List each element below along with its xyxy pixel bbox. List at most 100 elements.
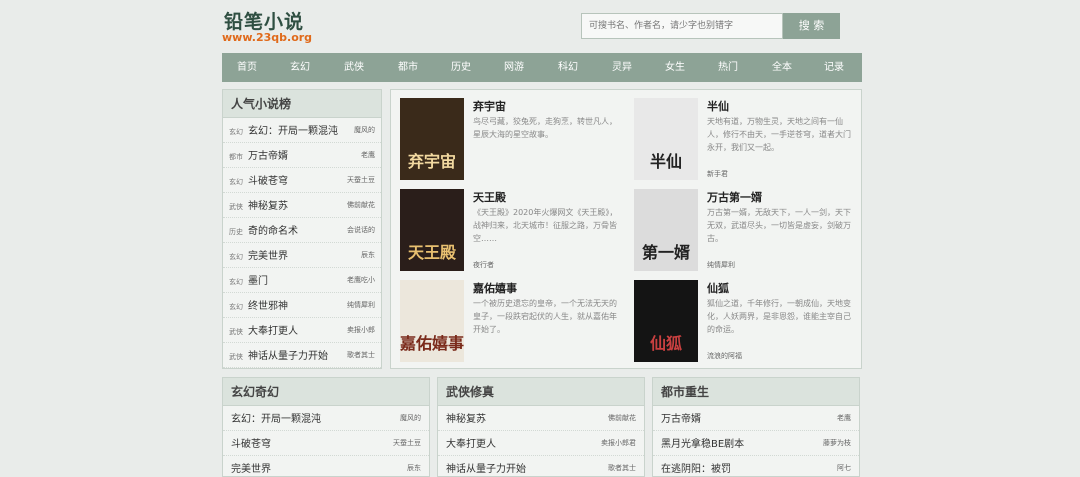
ranking-book-link[interactable]: 完美世界: [248, 251, 288, 262]
category-row[interactable]: 黑月光拿稳BE剧本 藤萝为枝: [653, 431, 859, 456]
category-author[interactable]: 魔风的: [400, 406, 421, 430]
book-cover-text: 仙狐: [649, 334, 682, 353]
book-title-link[interactable]: 仙狐: [707, 280, 729, 296]
category-author[interactable]: 藤萝为枝: [823, 431, 851, 455]
category-book-link[interactable]: 大奉打更人: [446, 439, 496, 450]
book-cover-image[interactable]: 嘉佑嬉事: [400, 280, 464, 362]
category-book-link[interactable]: 神话从量子力开始: [446, 464, 526, 475]
category-row[interactable]: 万古帝婿 老鹰: [653, 406, 859, 431]
ranking-book-link[interactable]: 神秘复苏: [248, 201, 288, 212]
category-row[interactable]: 神话从量子力开始 歌者其士: [438, 456, 644, 477]
category-book-link[interactable]: 斗破苍穹: [231, 439, 271, 450]
category-row[interactable]: 在逃阴阳：被罚 阿七: [653, 456, 859, 477]
category-row[interactable]: 完美世界 辰东: [223, 456, 429, 477]
book-author-link[interactable]: 流浪的阿福: [707, 351, 742, 361]
ranking-book-link[interactable]: 玄幻：开局一颗混沌: [248, 126, 338, 137]
category-row[interactable]: 大奉打更人 卖报小郎君: [438, 431, 644, 456]
category-author[interactable]: 老鹰: [837, 406, 851, 430]
ranking-book-link[interactable]: 大奉打更人: [248, 326, 298, 337]
ranking-author[interactable]: 老鹰: [361, 143, 375, 167]
category-author[interactable]: 阿七: [837, 456, 851, 477]
ranking-row[interactable]: 都市 万古帝婿 老鹰: [223, 143, 381, 168]
category-author[interactable]: 佛前献花: [608, 406, 636, 430]
book-cover-image[interactable]: 天王殿: [400, 189, 464, 271]
nav-item[interactable]: 科幻: [548, 53, 588, 82]
category-book-link[interactable]: 黑月光拿稳BE剧本: [661, 439, 744, 450]
ranking-author[interactable]: 老鹰吃小: [347, 268, 375, 292]
ranking-row[interactable]: 玄幻 斗破苍穹 天蚕土豆: [223, 168, 381, 193]
book-author-link[interactable]: 夜行者: [473, 260, 494, 270]
ranking-category: 玄幻: [229, 128, 243, 136]
ranking-author[interactable]: 佛前献花: [347, 193, 375, 217]
category-row[interactable]: 斗破苍穹 天蚕土豆: [223, 431, 429, 456]
ranking-book-link[interactable]: 万古帝婿: [248, 151, 288, 162]
ranking-book-link[interactable]: 终世邪神: [248, 301, 288, 312]
main-nav: 首页 玄幻 武侠 都市 历史 网游 科幻 灵异 女生 热门 全本 记录: [222, 53, 862, 82]
book-description: 天地有道，万物生灵，天地之间有一仙人，修行不由天，一手逆苍穹，道者大门永开，我们…: [707, 117, 851, 152]
category-title[interactable]: 玄幻奇幻: [223, 378, 429, 406]
book-description: 万古第一婿，无敌天下，一人一剑，天下无双，武道尽头，一切皆是虚妄，剑破万古。: [707, 208, 851, 243]
nav-item[interactable]: 记录: [814, 53, 854, 82]
category-author[interactable]: 歌者其士: [608, 456, 636, 477]
ranking-book-link[interactable]: 墨门: [248, 276, 268, 287]
nav-item[interactable]: 女生: [655, 53, 695, 82]
nav-item[interactable]: 灵异: [602, 53, 642, 82]
book-title-link[interactable]: 万古第一婿: [707, 189, 762, 205]
search-button[interactable]: 搜 索: [783, 13, 840, 39]
category-book-link[interactable]: 神秘复苏: [446, 414, 486, 425]
category-book-link[interactable]: 完美世界: [231, 464, 271, 475]
category-panel: 都市重生万古帝婿 老鹰黑月光拿稳BE剧本 藤萝为枝在逃阴阳：被罚 阿七: [652, 377, 860, 477]
nav-item[interactable]: 历史: [441, 53, 481, 82]
ranking-author[interactable]: 纯情犀利: [347, 293, 375, 317]
ranking-row[interactable]: 玄幻 墨门 老鹰吃小: [223, 268, 381, 293]
site-logo-url[interactable]: www.23qb.org: [222, 31, 312, 44]
category-row[interactable]: 玄幻：开局一颗混沌 魔风的: [223, 406, 429, 431]
book-title-link[interactable]: 弃宇宙: [473, 98, 506, 114]
ranking-author[interactable]: 会说话的: [347, 218, 375, 242]
site-logo-title[interactable]: 铅笔小说: [224, 7, 304, 34]
book-title-link[interactable]: 半仙: [707, 98, 729, 114]
category-book-link[interactable]: 玄幻：开局一颗混沌: [231, 414, 321, 425]
category-author[interactable]: 辰东: [407, 456, 421, 477]
ranking-row[interactable]: 武侠 神话从量子力开始 歌者其士: [223, 343, 381, 368]
nav-item[interactable]: 首页: [227, 53, 267, 82]
nav-item[interactable]: 玄幻: [280, 53, 320, 82]
category-title[interactable]: 武侠修真: [438, 378, 644, 406]
category-author[interactable]: 卖报小郎君: [601, 431, 636, 455]
book-title-link[interactable]: 天王殿: [473, 189, 506, 205]
category-author[interactable]: 天蚕土豆: [393, 431, 421, 455]
category-book-link[interactable]: 万古帝婿: [661, 414, 701, 425]
ranking-author[interactable]: 辰东: [361, 243, 375, 267]
search-input[interactable]: [581, 13, 783, 39]
nav-item[interactable]: 都市: [388, 53, 428, 82]
ranking-row[interactable]: 玄幻 终世邪神 纯情犀利: [223, 293, 381, 318]
book-author-link[interactable]: 纯情犀利: [707, 260, 735, 270]
book-title-link[interactable]: 嘉佑嬉事: [473, 280, 517, 296]
book-cover-image[interactable]: 仙狐: [634, 280, 698, 362]
ranking-author[interactable]: 卖报小郎: [347, 318, 375, 342]
nav-item[interactable]: 武侠: [334, 53, 374, 82]
nav-item[interactable]: 热门: [708, 53, 748, 82]
ranking-author[interactable]: 天蚕土豆: [347, 168, 375, 192]
nav-item[interactable]: 网游: [494, 53, 534, 82]
category-title[interactable]: 都市重生: [653, 378, 859, 406]
ranking-book-link[interactable]: 神话从量子力开始: [248, 351, 328, 362]
ranking-row[interactable]: 武侠 神秘复苏 佛前献花: [223, 193, 381, 218]
ranking-author[interactable]: 魔风的: [354, 118, 375, 142]
ranking-book-link[interactable]: 斗破苍穹: [248, 176, 288, 187]
book-cover-image[interactable]: 半仙: [634, 98, 698, 180]
category-row[interactable]: 神秘复苏 佛前献花: [438, 406, 644, 431]
featured-book: 弃宇宙 弃宇宙 鸟尽弓藏，狡兔死，走狗烹，转世凡人，星辰大海的星空故事。: [400, 98, 622, 188]
ranking-row[interactable]: 玄幻 完美世界 辰东: [223, 243, 381, 268]
category-book-link[interactable]: 在逃阴阳：被罚: [661, 464, 731, 475]
ranking-author[interactable]: 歌者其士: [347, 343, 375, 367]
ranking-row[interactable]: 历史 奇的命名术 会说话的: [223, 218, 381, 243]
book-cover-image[interactable]: 第一婿: [634, 189, 698, 271]
ranking-list: 玄幻 玄幻：开局一颗混沌 魔风的 都市 万古帝婿 老鹰 玄幻 斗破苍穹 天蚕土豆 武侠 神秘复苏 佛前…: [223, 118, 381, 368]
ranking-book-link[interactable]: 奇的命名术: [248, 226, 298, 237]
ranking-row[interactable]: 武侠 大奉打更人 卖报小郎: [223, 318, 381, 343]
ranking-row[interactable]: 玄幻 玄幻：开局一颗混沌 魔风的: [223, 118, 381, 143]
book-cover-image[interactable]: 弃宇宙: [400, 98, 464, 180]
nav-item[interactable]: 全本: [762, 53, 802, 82]
book-author-link[interactable]: 新手君: [707, 169, 728, 179]
